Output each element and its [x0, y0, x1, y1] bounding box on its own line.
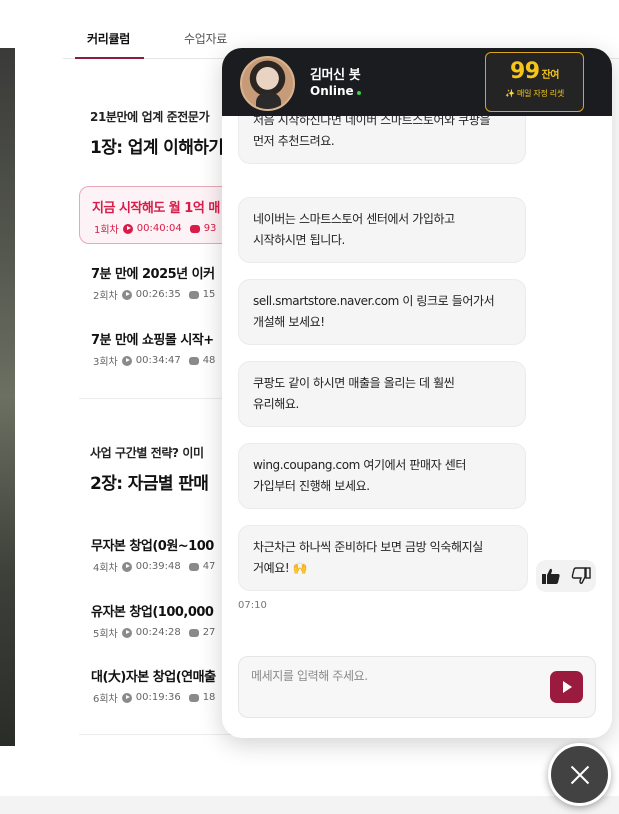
comment-icon: [189, 224, 200, 233]
status-text: Online: [310, 84, 354, 98]
lesson-meta: 5회차 00:24:28 27: [93, 625, 215, 640]
lesson-episode: 1회차: [94, 225, 119, 236]
thumbs-up-icon[interactable]: [541, 567, 561, 585]
comment-icon: [188, 356, 199, 365]
bot-message: sell.smartstore.naver.com 이 링크로 들어가서 개설해…: [238, 279, 526, 345]
comment-icon: [188, 693, 199, 702]
feedback-buttons: [536, 560, 596, 592]
chapter-title: 1장: 업계 이해하기: [90, 138, 224, 158]
chapter-subtitle: 21분만에 업계 준전문가: [90, 110, 210, 124]
comment-icon: [188, 562, 199, 571]
chapter-subtitle: 사업 구간별 전략? 이미: [90, 446, 204, 460]
lesson-meta: 4회차 00:39:48 47: [93, 559, 215, 574]
chat-window: 김머신 봇 Online 99 잔여 ✨ 매일 자정 리셋 처음 시작하신다면 네…: [222, 48, 612, 738]
bot-message: 네이버는 스마트스토어 센터에서 가입하고 시작하시면 됩니다.: [238, 197, 526, 263]
lesson-episode: 5회차: [93, 629, 118, 640]
thumbs-down-icon[interactable]: [571, 567, 591, 585]
footer-band: [0, 796, 619, 814]
message-time: 07:10: [238, 600, 267, 611]
bot-avatar: [240, 56, 295, 111]
message-input-box: [238, 656, 596, 718]
lesson-title: 지금 시작해도 월 1억 매: [92, 201, 220, 216]
video-player[interactable]: [0, 48, 15, 746]
play-icon: [121, 355, 132, 366]
tab-curriculum[interactable]: 커리큘럼: [75, 30, 144, 59]
credit-count: 99: [509, 59, 540, 84]
chat-header: 김머신 봇 Online 99 잔여 ✨ 매일 자정 리셋: [222, 48, 612, 116]
lesson-title: 7분 만에 쇼핑몰 시작+: [91, 333, 214, 348]
play-icon: [122, 223, 133, 234]
credit-unit: 잔여: [541, 70, 560, 81]
lesson-title: 무자본 창업(0원~100: [91, 539, 214, 554]
lesson-comments: 18: [202, 692, 216, 703]
lesson-duration: 00:19:36: [135, 692, 181, 703]
credit-badge: 99 잔여 ✨ 매일 자정 리셋: [485, 52, 584, 112]
lesson-episode: 2회차: [93, 291, 118, 302]
chapter-header: 사업 구간별 전략? 이미 2장: 자금별 판매: [90, 444, 209, 494]
lesson-duration: 00:26:35: [135, 289, 181, 300]
message-list[interactable]: 처음 시작하신다면 네이버 스마트스토어와 쿠팡을 먼저 추천드려요. 네이버는…: [222, 116, 612, 626]
comment-icon: [188, 290, 199, 299]
lesson-duration: 00:34:47: [135, 355, 181, 366]
lesson-duration: 00:24:28: [135, 627, 181, 638]
lesson-meta: 6회차 00:19:36 18: [93, 690, 215, 705]
lesson-comments: 93: [203, 223, 217, 234]
lesson-comments: 47: [202, 561, 216, 572]
lesson-comments: 27: [202, 627, 216, 638]
lesson-comments: 15: [202, 289, 216, 300]
lesson-duration: 00:39:48: [135, 561, 181, 572]
lesson-comments: 48: [202, 355, 216, 366]
comment-icon: [188, 628, 199, 637]
play-icon: [121, 692, 132, 703]
lesson-duration: 00:40:04: [136, 223, 182, 234]
bot-name: 김머신 봇: [310, 68, 361, 83]
bot-message: 쿠팡도 같이 하시면 매출을 올리는 데 훨씬 유리해요.: [238, 361, 526, 427]
send-button[interactable]: [550, 671, 583, 703]
message-input[interactable]: [251, 667, 541, 685]
lesson-title: 7분 만에 2025년 이커: [91, 267, 215, 282]
play-icon: [121, 561, 132, 572]
bot-message: 차근차근 하나씩 준비하다 보면 금방 익숙해지실 거예요! 🙌: [238, 525, 528, 591]
bot-message: 처음 시작하신다면 네이버 스마트스토어와 쿠팡을 먼저 추천드려요.: [238, 116, 526, 164]
lesson-title: 유자본 창업(100,000: [91, 605, 214, 620]
lesson-meta: 2회차 00:26:35 15: [93, 287, 215, 302]
lesson-meta: 1회차 00:40:04 93: [94, 221, 216, 236]
lesson-title: 대(大)자본 창업(연매출: [91, 670, 216, 685]
online-dot-icon: [356, 90, 361, 95]
lesson-episode: 3회차: [93, 357, 118, 368]
credit-reset-label: ✨ 매일 자정 리셋: [505, 89, 564, 98]
play-icon: [121, 289, 132, 300]
bot-status: Online: [310, 84, 361, 98]
page: 커리큘럼 수업자료 21분만에 업계 준전문가 1장: 업계 이해하기 지금 시…: [0, 0, 619, 814]
credit-count-row: 99 잔여: [486, 59, 583, 84]
bot-message: wing.coupang.com 여기에서 판매자 센터 가입부터 진행해 보세…: [238, 443, 526, 509]
tab-materials[interactable]: 수업자료: [184, 30, 227, 47]
play-icon: [121, 627, 132, 638]
lesson-episode: 6회차: [93, 694, 118, 705]
close-chat-button[interactable]: [548, 743, 611, 806]
chapter-title: 2장: 자금별 판매: [90, 474, 209, 494]
lesson-episode: 4회차: [93, 563, 118, 574]
chapter-header: 21분만에 업계 준전문가 1장: 업계 이해하기: [90, 108, 224, 158]
lesson-meta: 3회차 00:34:47 48: [93, 353, 215, 368]
